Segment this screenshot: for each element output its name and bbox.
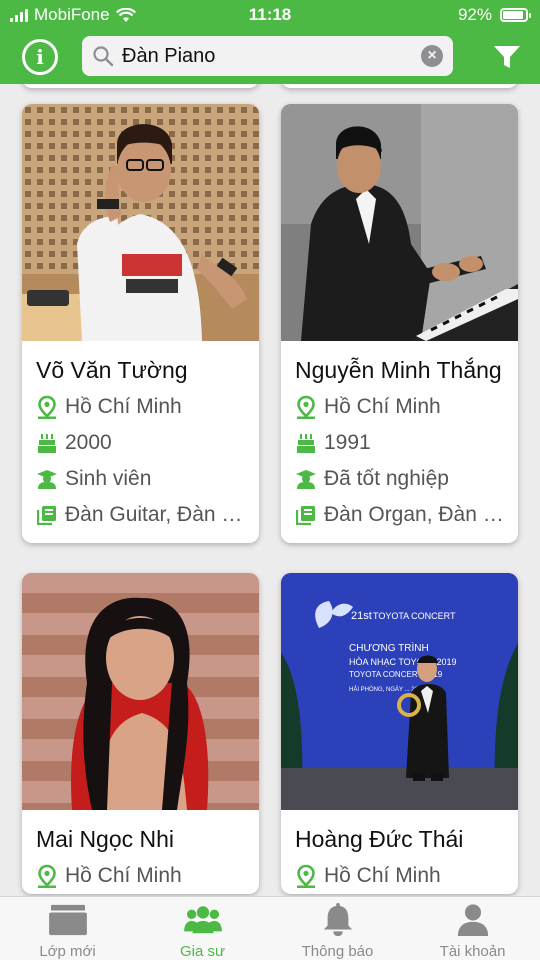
tab-label: Lớp mới (39, 943, 96, 960)
education-row: Sinh viên (36, 461, 259, 497)
birth-year-text: 1991 (324, 431, 371, 454)
tutor-card-partial[interactable] (22, 84, 259, 88)
map-pin-icon (295, 864, 317, 888)
tab-bar: Lớp mới Gia sư Thông báo Tài khoản (0, 896, 540, 960)
poster-brand: TOYOTA CONCERT (373, 611, 456, 621)
birth-year-text: 2000 (65, 431, 112, 454)
tutor-card-partial[interactable] (281, 84, 518, 88)
filter-icon[interactable] (492, 42, 522, 72)
search-bar: × (82, 36, 453, 76)
location-row: Hồ Chí Minh (36, 389, 259, 425)
tutor-name: Nguyễn Minh Thắng (295, 357, 502, 383)
location-text: Hồ Chí Minh (324, 864, 441, 887)
education-text: Sinh viên (65, 467, 152, 490)
map-pin-icon (36, 395, 58, 419)
subjects-icon (36, 503, 58, 527)
tutor-card[interactable]: Mai Ngọc Nhi Hồ Chí Minh (22, 573, 259, 894)
subjects-icon (295, 503, 317, 527)
status-bar: MobiFone 11:18 92% (0, 0, 540, 30)
search-input[interactable] (122, 42, 412, 70)
poster-line2: HÒA NHẠC TOYOTA 2019 (349, 657, 457, 667)
tab-tai-khoan[interactable]: Tài khoản (405, 897, 540, 960)
bell-icon (323, 903, 352, 937)
education-row: Đã tốt nghiệp (295, 461, 518, 497)
location-text: Hồ Chí Minh (65, 395, 182, 418)
tab-label: Tài khoản (439, 943, 506, 960)
tutor-photo (281, 104, 518, 341)
poster-line1: CHƯƠNG TRÌNH (349, 641, 429, 654)
tutors-icon (183, 906, 222, 934)
map-pin-icon (295, 395, 317, 419)
classes-icon (48, 904, 87, 936)
graduate-icon (295, 467, 317, 491)
tutor-card[interactable]: 21st TOYOTA CONCERT CHƯƠNG TRÌNH HÒA NHẠ… (281, 573, 518, 894)
tutor-card[interactable]: Võ Văn Tường Hồ Chí Minh 2000 Sinh viên … (22, 104, 259, 543)
location-text: Hồ Chí Minh (65, 864, 182, 887)
subjects-row: Đàn Guitar, Đàn Piano (36, 497, 259, 533)
map-pin-icon (36, 864, 58, 888)
subjects-text: Đàn Organ, Đàn Piano (324, 503, 509, 526)
tab-label: Thông báo (301, 943, 374, 960)
tab-thong-bao[interactable]: Thông báo (270, 897, 405, 960)
tutor-photo: 21st TOYOTA CONCERT CHƯƠNG TRÌNH HÒA NHẠ… (281, 573, 518, 810)
location-row: Hồ Chí Minh (36, 858, 259, 894)
poster-edition: 21st (351, 610, 372, 622)
battery-percent: 92% (457, 5, 492, 24)
search-icon (93, 46, 114, 67)
info-button[interactable]: i (22, 39, 58, 75)
tutor-name: Võ Văn Tường (36, 357, 188, 383)
cake-icon (36, 431, 58, 455)
location-row: Hồ Chí Minh (295, 389, 518, 425)
education-text: Đã tốt nghiệp (324, 467, 449, 490)
subjects-row: Đàn Organ, Đàn Piano (295, 497, 518, 533)
tutor-photo (22, 573, 259, 810)
tutor-card[interactable]: Nguyễn Minh Thắng Hồ Chí Minh 1991 Đã tố… (281, 104, 518, 543)
cake-icon (295, 431, 317, 455)
tutor-name: Hoàng Đức Thái (295, 826, 464, 852)
tutor-list[interactable]: Võ Văn Tường Hồ Chí Minh 2000 Sinh viên … (0, 84, 540, 896)
tutor-photo (22, 104, 259, 341)
tab-gia-su[interactable]: Gia sư (135, 897, 270, 960)
tab-lop-moi[interactable]: Lớp mới (0, 897, 135, 960)
graduate-icon (36, 467, 58, 491)
clear-search-button[interactable]: × (421, 45, 443, 67)
tab-label: Gia sư (179, 943, 226, 960)
birth-year-row: 1991 (295, 425, 518, 461)
tutor-name: Mai Ngọc Nhi (36, 826, 175, 852)
account-icon (457, 904, 488, 937)
location-row: Hồ Chí Minh (295, 858, 518, 894)
birth-year-row: 2000 (36, 425, 259, 461)
top-navbar: i × (0, 30, 540, 84)
location-text: Hồ Chí Minh (324, 395, 441, 418)
subjects-text: Đàn Guitar, Đàn Piano (65, 503, 250, 526)
battery-icon (500, 8, 531, 22)
